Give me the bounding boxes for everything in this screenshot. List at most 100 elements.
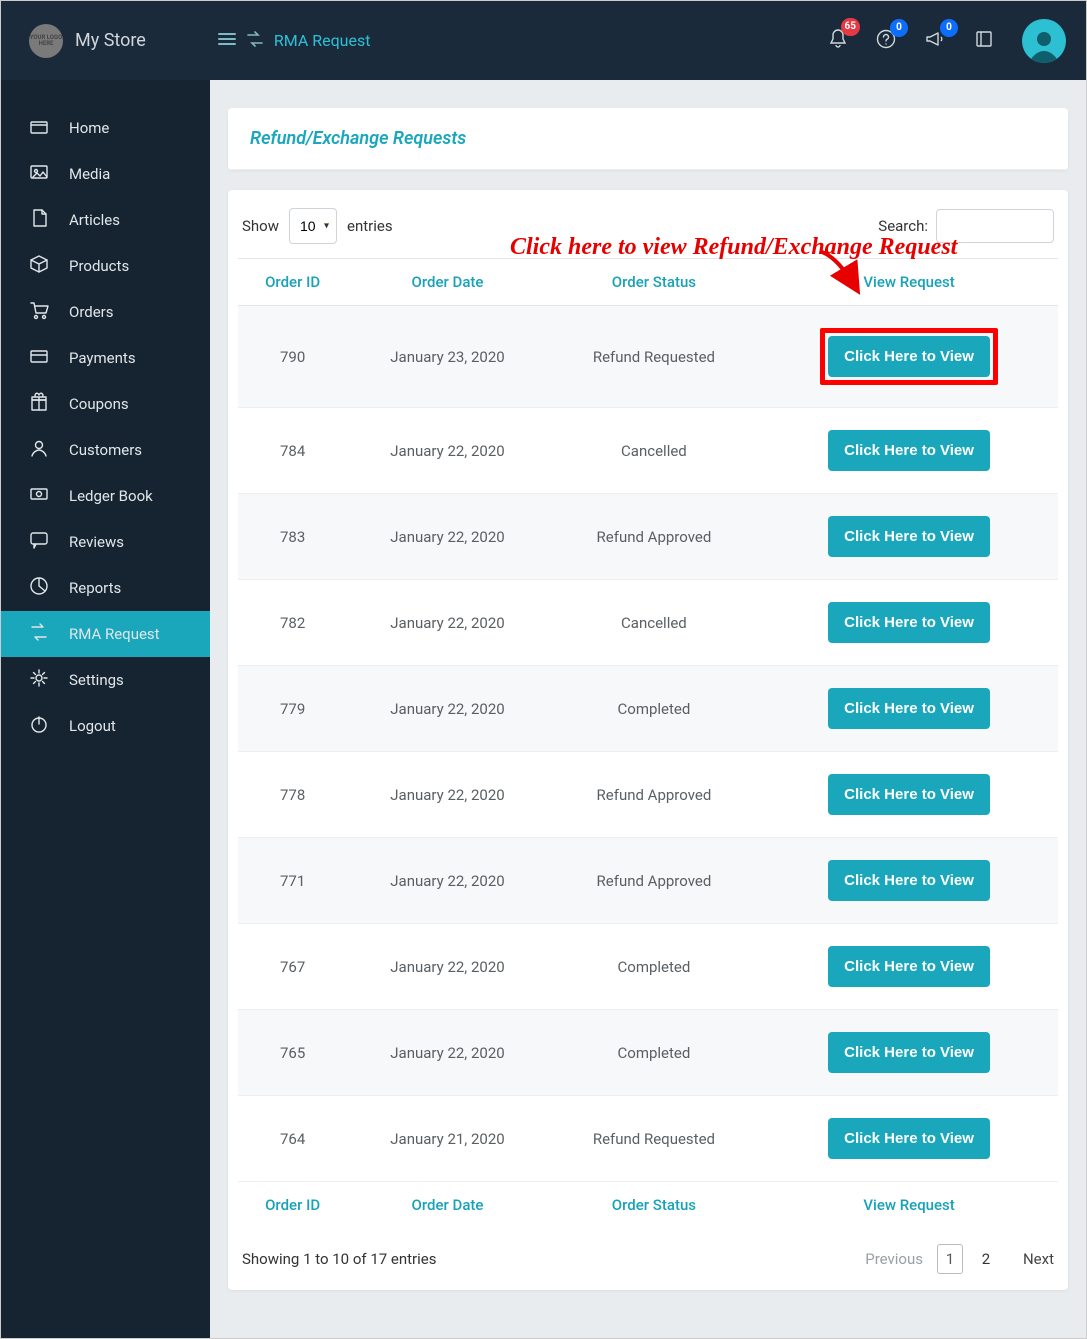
docs-icon[interactable] <box>974 29 994 53</box>
table-cell: Cancelled <box>548 580 760 666</box>
view-request-button[interactable]: Click Here to View <box>828 774 990 815</box>
sidebar-item-coupons[interactable]: Coupons <box>1 381 210 427</box>
table-cell: 779 <box>238 666 347 752</box>
sidebar-item-label: Customers <box>69 441 142 459</box>
help-icon[interactable]: 0 <box>876 29 896 53</box>
home-icon <box>29 116 49 140</box>
sidebar-item-products[interactable]: Products <box>1 243 210 289</box>
column-header[interactable]: Order Status <box>548 1182 760 1229</box>
highlighted-button-box: Click Here to View <box>820 328 998 385</box>
sidebar-item-payments[interactable]: Payments <box>1 335 210 381</box>
length-control: Show 10 entries <box>242 208 393 244</box>
column-header[interactable]: Order Date <box>347 259 548 306</box>
store-logo: YOUR LOGO HERE <box>29 24 63 58</box>
table-cell: Click Here to View <box>760 838 1058 924</box>
pager-previous[interactable]: Previous <box>865 1250 923 1268</box>
sidebar-item-label: RMA Request <box>69 625 160 643</box>
table-cell: Click Here to View <box>760 1096 1058 1182</box>
sidebar-item-label: Orders <box>69 303 114 321</box>
table-cell: 782 <box>238 580 347 666</box>
breadcrumb[interactable]: RMA Request <box>274 31 371 50</box>
user-avatar[interactable] <box>1022 19 1066 63</box>
sidebar-item-reports[interactable]: Reports <box>1 565 210 611</box>
table-row: 783January 22, 2020Refund ApprovedClick … <box>238 494 1058 580</box>
datatable-footer: Showing 1 to 10 of 17 entries Previous 1… <box>238 1228 1058 1282</box>
notifications-icon[interactable]: 65 <box>828 28 848 54</box>
sidebar-item-settings[interactable]: Settings <box>1 657 210 703</box>
table-row: 790January 23, 2020Refund RequestedClick… <box>238 306 1058 408</box>
table-cell: 784 <box>238 408 347 494</box>
logo-text: YOUR LOGO HERE <box>29 35 63 47</box>
view-request-button[interactable]: Click Here to View <box>828 516 990 557</box>
app-frame: YOUR LOGO HERE My Store RMA Request 65 0 <box>0 0 1087 1339</box>
notifications-badge: 65 <box>841 18 860 36</box>
sidebar-item-customers[interactable]: Customers <box>1 427 210 473</box>
media-icon <box>29 162 49 186</box>
view-request-button[interactable]: Click Here to View <box>828 688 990 729</box>
sidebar-item-media[interactable]: Media <box>1 151 210 197</box>
search-input[interactable] <box>936 209 1054 243</box>
table-cell: January 22, 2020 <box>347 494 548 580</box>
menu-toggle-icon[interactable] <box>218 32 236 50</box>
column-header[interactable]: Order Status <box>548 259 760 306</box>
view-request-button[interactable]: Click Here to View <box>828 1032 990 1073</box>
card-icon <box>29 346 49 370</box>
sidebar-item-label: Payments <box>69 349 136 367</box>
table-cell: Click Here to View <box>760 752 1058 838</box>
table-cell: Click Here to View <box>760 494 1058 580</box>
show-label: Show <box>242 217 279 235</box>
pager-page[interactable]: 1 <box>937 1244 963 1274</box>
view-request-button[interactable]: Click Here to View <box>828 430 990 471</box>
view-request-button[interactable]: Click Here to View <box>828 1118 990 1159</box>
column-header[interactable]: Order Date <box>347 1182 548 1229</box>
main-content: Refund/Exchange Requests Show 10 entries… <box>210 80 1086 1338</box>
announcements-icon[interactable]: 0 <box>924 29 946 53</box>
sidebar-item-rma-request[interactable]: RMA Request <box>1 611 210 657</box>
sidebar-item-label: Logout <box>69 717 116 735</box>
power-icon <box>29 714 49 738</box>
view-request-button[interactable]: Click Here to View <box>828 602 990 643</box>
top-actions: 65 0 0 <box>828 19 1066 63</box>
entries-label: entries <box>347 217 393 235</box>
page-title-card: Refund/Exchange Requests <box>228 108 1068 170</box>
table-cell: 764 <box>238 1096 347 1182</box>
sidebar-item-articles[interactable]: Articles <box>1 197 210 243</box>
sidebar-item-reviews[interactable]: Reviews <box>1 519 210 565</box>
sidebar-item-logout[interactable]: Logout <box>1 703 210 749</box>
column-header[interactable]: View Request <box>760 259 1058 306</box>
table-cell: 778 <box>238 752 347 838</box>
datatable-controls: Show 10 entries Search: <box>238 208 1058 258</box>
sidebar-item-orders[interactable]: Orders <box>1 289 210 335</box>
column-header[interactable]: Order ID <box>238 1182 347 1229</box>
table-cell: January 22, 2020 <box>347 924 548 1010</box>
table-row: 782January 22, 2020CancelledClick Here t… <box>238 580 1058 666</box>
data-table-card: Show 10 entries Search: Click here to vi… <box>228 190 1068 1290</box>
table-cell: Refund Requested <box>548 306 760 408</box>
top-bar: YOUR LOGO HERE My Store RMA Request 65 0 <box>1 1 1086 80</box>
table-row: 771January 22, 2020Refund ApprovedClick … <box>238 838 1058 924</box>
sidebar-item-ledger-book[interactable]: Ledger Book <box>1 473 210 519</box>
entries-select[interactable]: 10 <box>289 208 337 244</box>
table-cell: January 22, 2020 <box>347 666 548 752</box>
table-cell: Completed <box>548 1010 760 1096</box>
column-header[interactable]: View Request <box>760 1182 1058 1229</box>
table-row: 778January 22, 2020Refund ApprovedClick … <box>238 752 1058 838</box>
table-info: Showing 1 to 10 of 17 entries <box>242 1250 436 1268</box>
table-cell: January 22, 2020 <box>347 408 548 494</box>
table-cell: January 22, 2020 <box>347 1010 548 1096</box>
view-request-button[interactable]: Click Here to View <box>828 860 990 901</box>
pagination: Previous 12 Next <box>865 1244 1054 1274</box>
view-request-button[interactable]: Click Here to View <box>828 946 990 987</box>
pie-icon <box>29 576 49 600</box>
table-cell: January 22, 2020 <box>347 838 548 924</box>
table-row: 779January 22, 2020CompletedClick Here t… <box>238 666 1058 752</box>
sidebar-item-label: Settings <box>69 671 124 689</box>
table-cell: 783 <box>238 494 347 580</box>
refresh-icon[interactable] <box>246 31 264 51</box>
pager-next[interactable]: Next <box>1023 1250 1054 1268</box>
view-request-button[interactable]: Click Here to View <box>828 336 990 377</box>
column-header[interactable]: Order ID <box>238 259 347 306</box>
sidebar-item-label: Home <box>69 119 109 137</box>
pager-page[interactable]: 2 <box>973 1244 999 1274</box>
sidebar-item-home[interactable]: Home <box>1 105 210 151</box>
